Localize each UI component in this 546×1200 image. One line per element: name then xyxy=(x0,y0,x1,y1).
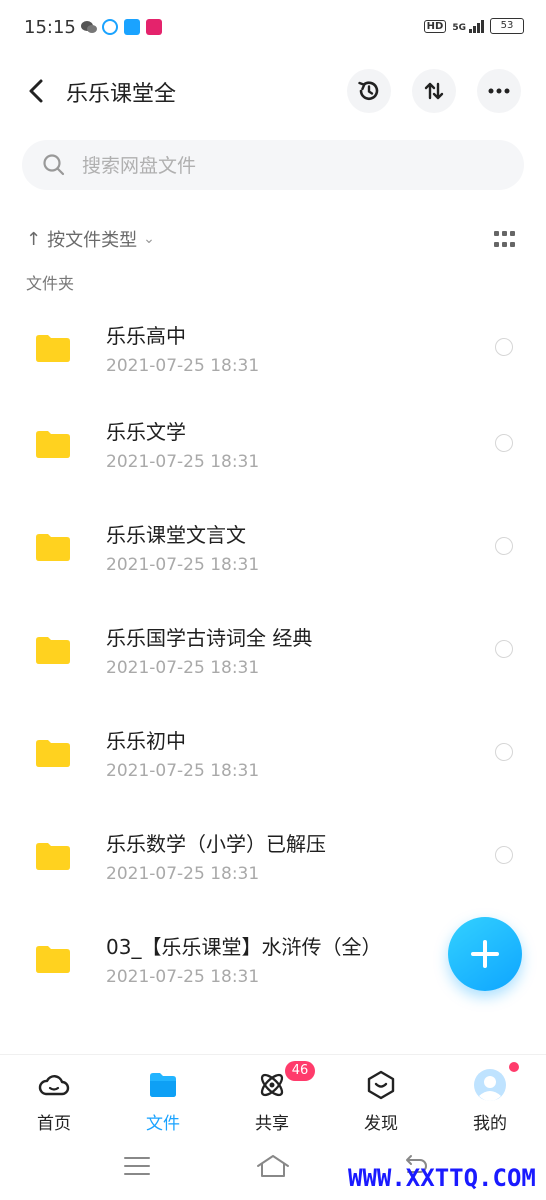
folder-icon xyxy=(36,335,70,362)
battery-icon: 53 xyxy=(490,18,524,34)
status-right: HD 5G 53 xyxy=(423,18,524,34)
app-icon-send xyxy=(124,19,140,35)
select-radio[interactable] xyxy=(495,537,513,555)
folder-icon xyxy=(36,740,70,767)
hd-indicator: HD xyxy=(423,19,447,33)
notification-dot xyxy=(509,1062,519,1072)
menu-icon[interactable] xyxy=(123,1152,151,1180)
avatar xyxy=(474,1069,506,1101)
sort-dropdown[interactable]: ↑ 按文件类型 ⌄ xyxy=(26,222,155,256)
bottom-nav: 首页 文件 共享 46 发现 我的 xyxy=(0,1054,546,1141)
atom-share-icon xyxy=(260,1073,284,1097)
home-icon[interactable] xyxy=(255,1152,291,1180)
select-radio[interactable] xyxy=(495,846,513,864)
tab-discover-label: 发现 xyxy=(364,1114,398,1134)
sort-direction-icon: ↑ xyxy=(26,228,42,250)
section-label-folders: 文件夹 xyxy=(26,274,75,293)
chevron-left-icon xyxy=(29,79,43,103)
file-name: 乐乐高中 xyxy=(106,324,186,348)
status-time: 15:15 xyxy=(24,17,76,38)
grid-view-button[interactable] xyxy=(494,231,516,249)
select-radio[interactable] xyxy=(495,338,513,356)
search-bar[interactable] xyxy=(22,140,524,190)
file-name: 乐乐国学古诗词全 经典 xyxy=(106,626,313,650)
file-date: 2021-07-25 18:31 xyxy=(106,864,260,884)
wechat-icon xyxy=(80,19,97,35)
select-radio[interactable] xyxy=(495,640,513,658)
tab-home[interactable]: 首页 xyxy=(9,1067,99,1137)
more-button[interactable] xyxy=(477,69,521,113)
file-date: 2021-07-25 18:31 xyxy=(106,356,260,376)
folder-tab-icon xyxy=(150,1073,176,1097)
list-item[interactable]: 乐乐课堂文言文 2021-07-25 18:31 xyxy=(0,497,546,597)
sort-button[interactable] xyxy=(412,69,456,113)
notification-icons xyxy=(80,19,162,35)
discover-icon xyxy=(367,1070,395,1100)
status-bar: 15:15 HD 5G 53 xyxy=(0,0,546,58)
tab-files-label: 文件 xyxy=(146,1114,180,1134)
file-name: 乐乐课堂文言文 xyxy=(106,523,246,547)
file-name: 乐乐数学（小学）已解压 xyxy=(106,832,326,856)
history-button[interactable] xyxy=(347,69,391,113)
cloud-home-icon xyxy=(38,1075,70,1096)
signal-icon: 5G xyxy=(452,19,484,33)
add-button[interactable] xyxy=(448,917,522,991)
file-date: 2021-07-25 18:31 xyxy=(106,452,260,472)
list-item[interactable]: 乐乐高中 2021-07-25 18:31 xyxy=(0,298,546,398)
folder-icon xyxy=(36,843,70,870)
search-input[interactable] xyxy=(80,150,504,182)
sort-arrows-icon xyxy=(424,82,444,100)
list-item[interactable]: 乐乐数学（小学）已解压 2021-07-25 18:31 xyxy=(0,806,546,906)
search-icon xyxy=(43,154,65,176)
history-icon xyxy=(358,81,379,100)
folder-icon xyxy=(36,946,70,973)
back-button[interactable] xyxy=(20,74,54,108)
folder-icon xyxy=(36,431,70,458)
file-date: 2021-07-25 18:31 xyxy=(106,967,260,987)
tab-share-label: 共享 xyxy=(255,1114,289,1134)
file-date: 2021-07-25 18:31 xyxy=(106,761,260,781)
file-name: 乐乐文学 xyxy=(106,420,186,444)
folder-icon xyxy=(36,637,70,664)
tab-home-label: 首页 xyxy=(37,1114,71,1134)
tab-discover[interactable]: 发现 xyxy=(336,1067,426,1137)
file-date: 2021-07-25 18:31 xyxy=(106,555,260,575)
sort-label: 按文件类型 xyxy=(47,230,138,251)
more-dots-icon xyxy=(488,88,510,94)
tab-files[interactable]: 文件 xyxy=(118,1067,208,1137)
file-date: 2021-07-25 18:31 xyxy=(106,658,260,678)
select-radio[interactable] xyxy=(495,434,513,452)
list-item[interactable]: 乐乐初中 2021-07-25 18:31 xyxy=(0,703,546,803)
share-badge: 46 xyxy=(285,1061,315,1081)
folder-icon xyxy=(36,534,70,561)
top-bar: 乐乐课堂全 xyxy=(0,62,546,122)
file-name: 03_【乐乐课堂】水浒传（全） xyxy=(106,935,382,959)
list-item[interactable]: 乐乐国学古诗词全 经典 2021-07-25 18:31 xyxy=(0,600,546,700)
tab-me[interactable]: 我的 xyxy=(445,1067,535,1137)
select-radio[interactable] xyxy=(495,743,513,761)
app-icon-blue xyxy=(102,19,118,35)
file-name: 乐乐初中 xyxy=(106,729,186,753)
tab-me-label: 我的 xyxy=(473,1114,507,1134)
page-title: 乐乐课堂全 xyxy=(66,82,177,107)
list-item[interactable]: 乐乐文学 2021-07-25 18:31 xyxy=(0,394,546,494)
app-icon-pink xyxy=(146,19,162,35)
chevron-down-icon: ⌄ xyxy=(143,231,155,247)
watermark: WWW.XXTTQ.COM xyxy=(348,1164,536,1192)
